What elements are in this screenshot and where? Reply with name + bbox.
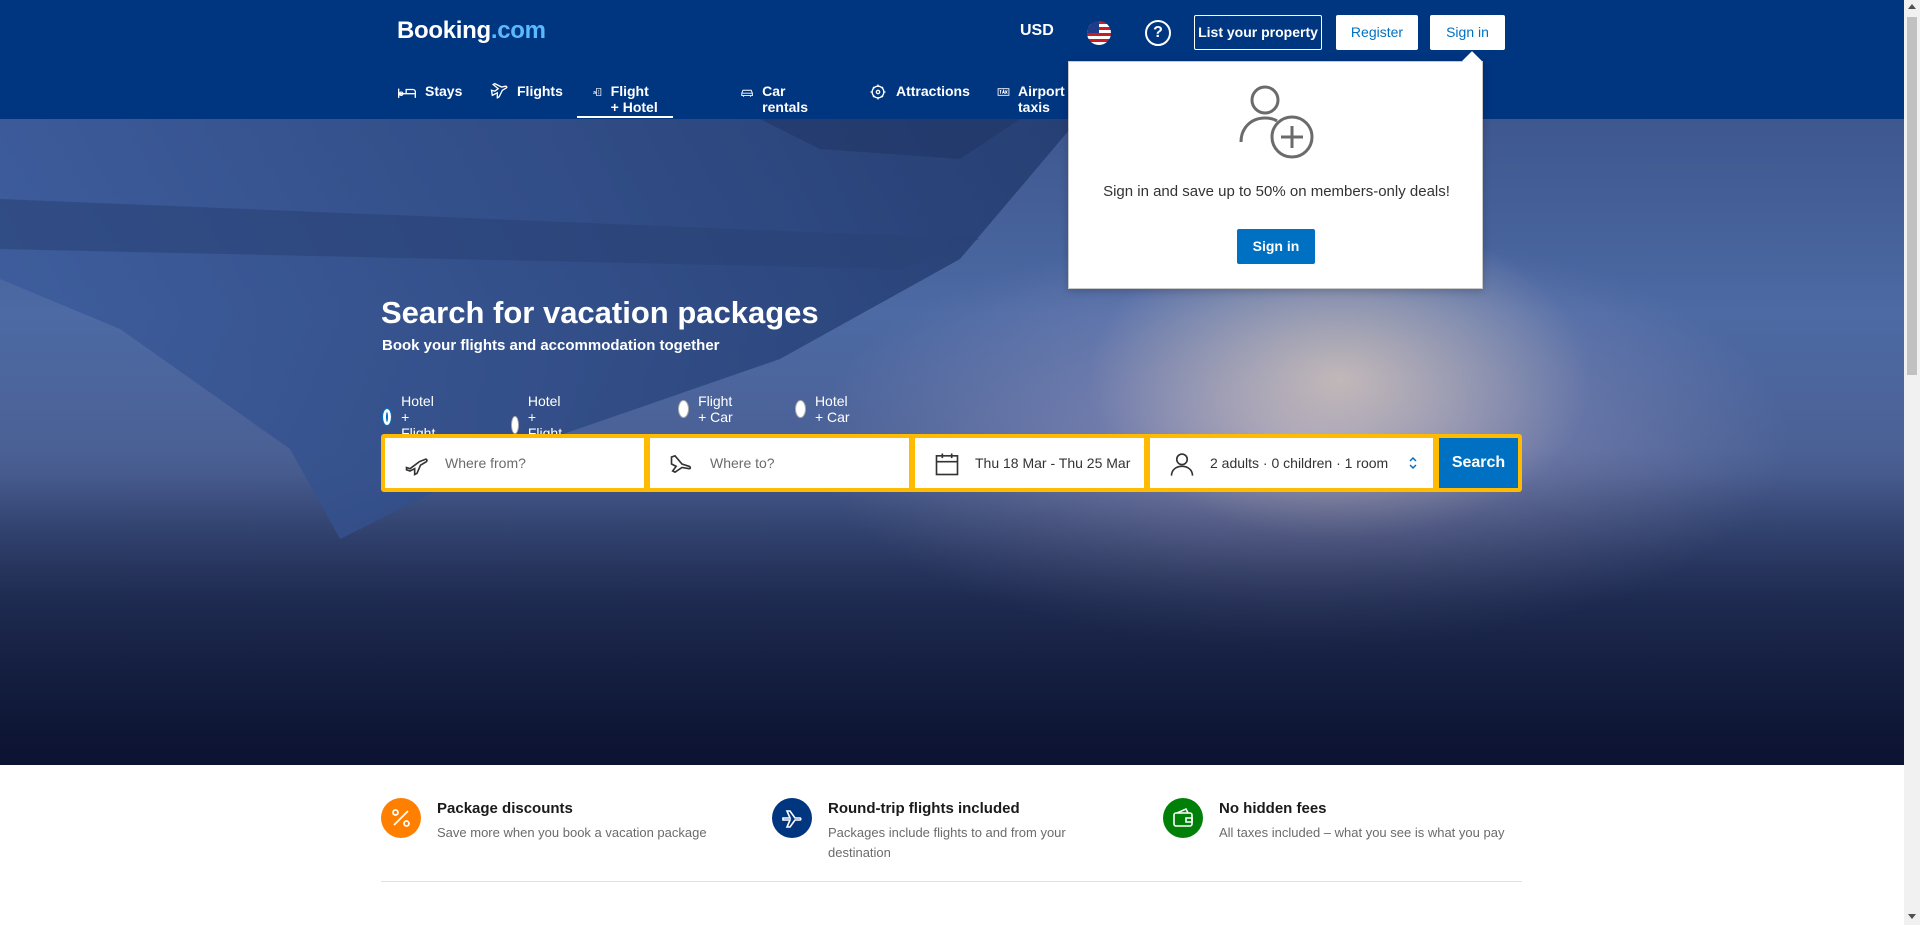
feature-title: No hidden fees bbox=[1219, 800, 1327, 817]
feature-package-discounts: Package discounts Save more when you boo… bbox=[381, 796, 741, 882]
scroll-thumb[interactable] bbox=[1907, 17, 1917, 375]
hero-subtitle: Book your flights and accommodation toge… bbox=[382, 337, 720, 354]
list-property-button[interactable]: List your property bbox=[1194, 15, 1322, 50]
nav-item-airport-taxis[interactable]: Airport taxis bbox=[997, 70, 1072, 118]
hero-banner: Search for vacation packages Book your f… bbox=[0, 119, 1904, 765]
nav-label: Flight + Hotel bbox=[610, 83, 658, 115]
chevron-updown-icon bbox=[1409, 456, 1417, 470]
register-button[interactable]: Register bbox=[1336, 15, 1418, 50]
radio-checked-icon bbox=[382, 408, 393, 426]
calendar-icon bbox=[935, 453, 959, 476]
search-bar: Where from? Where to? Thu 18 Mar - Thu 2… bbox=[381, 434, 1522, 492]
radio-unchecked-icon bbox=[795, 400, 806, 418]
plane-icon bbox=[772, 798, 812, 838]
nav-item-attractions[interactable]: Attractions bbox=[868, 70, 970, 118]
booking-logo[interactable]: Booking.com bbox=[397, 17, 546, 45]
feature-description: All taxes included – what you see is wha… bbox=[1219, 825, 1505, 840]
occupancy-field[interactable]: 2 adults · 0 children · 1 room bbox=[1150, 438, 1433, 488]
section-divider bbox=[381, 881, 1522, 882]
site-header: Booking.com USD ? List your property Reg… bbox=[0, 0, 1904, 119]
bed-icon bbox=[398, 88, 416, 98]
radio-unchecked-icon bbox=[511, 416, 519, 434]
plane-icon bbox=[490, 82, 508, 99]
help-icon[interactable]: ? bbox=[1145, 20, 1171, 46]
scroll-down-icon[interactable] bbox=[1908, 914, 1916, 919]
feature-round-trip-flights: Round-trip flights included Packages inc… bbox=[772, 796, 1132, 882]
takeoff-icon bbox=[405, 458, 428, 476]
date-range-field[interactable]: Thu 18 Mar - Thu 25 Mar bbox=[915, 438, 1144, 488]
currency-selector[interactable]: USD bbox=[1020, 22, 1054, 42]
wallet-icon bbox=[1163, 798, 1203, 838]
nav-item-flights[interactable]: Flights bbox=[489, 70, 563, 118]
destination-field[interactable]: Where to? bbox=[650, 438, 909, 488]
taxi-icon bbox=[997, 88, 1010, 96]
radio-unchecked-icon bbox=[678, 400, 690, 418]
nav-label: Airport taxis bbox=[1018, 83, 1065, 115]
hero-title: Search for vacation packages bbox=[381, 295, 819, 330]
origin-field[interactable]: Where from? bbox=[385, 438, 644, 488]
sign-in-button[interactable]: Sign in bbox=[1430, 15, 1505, 50]
search-button[interactable]: Search bbox=[1439, 438, 1518, 488]
scroll-up-icon[interactable] bbox=[1908, 4, 1916, 9]
feature-description: Packages include flights to and from you… bbox=[828, 825, 1066, 860]
feature-no-hidden-fees: No hidden fees All taxes included – what… bbox=[1163, 796, 1523, 882]
logo-main-text: Booking bbox=[397, 17, 491, 44]
date-range-value: Thu 18 Mar - Thu 25 Mar bbox=[975, 455, 1131, 471]
origin-placeholder: Where from? bbox=[445, 455, 526, 471]
feature-title: Package discounts bbox=[437, 800, 573, 817]
nav-label: Car rentals bbox=[762, 83, 809, 115]
feature-description: Save more when you book a vacation packa… bbox=[437, 825, 707, 840]
us-flag-icon[interactable] bbox=[1087, 21, 1111, 45]
destination-placeholder: Where to? bbox=[710, 455, 775, 471]
radio-flight-car[interactable]: Flight + Car bbox=[678, 393, 739, 425]
flight-hotel-icon bbox=[593, 88, 602, 96]
nav-label: Attractions bbox=[896, 83, 970, 99]
radio-label: Hotel + Car bbox=[814, 393, 850, 425]
feature-title: Round-trip flights included bbox=[828, 800, 1020, 817]
car-icon bbox=[741, 89, 753, 97]
attractions-icon bbox=[870, 84, 886, 100]
radio-label: Flight + Car bbox=[698, 393, 733, 425]
landing-icon bbox=[670, 454, 692, 474]
logo-suffix-text: .com bbox=[490, 17, 546, 44]
popover-message: Sign in and save up to 50% on members-on… bbox=[1103, 183, 1450, 200]
add-user-icon bbox=[1239, 85, 1314, 159]
sign-in-popover: Sign in and save up to 50% on members-on… bbox=[1068, 61, 1483, 289]
person-icon bbox=[1170, 453, 1194, 476]
occupancy-value: 2 adults · 0 children · 1 room bbox=[1210, 455, 1389, 471]
page-scrollbar[interactable] bbox=[1904, 0, 1920, 925]
popover-sign-in-button[interactable]: Sign in bbox=[1237, 229, 1315, 264]
nav-item-car-rentals[interactable]: Car rentals bbox=[740, 70, 814, 118]
radio-hotel-car[interactable]: Hotel + Car bbox=[795, 393, 855, 425]
percent-icon bbox=[381, 798, 421, 838]
nav-item-stays[interactable]: Stays bbox=[397, 70, 462, 118]
nav-label: Stays bbox=[425, 83, 463, 99]
nav-item-flight-hotel[interactable]: Flight + Hotel bbox=[576, 70, 674, 118]
features-row: Package discounts Save more when you boo… bbox=[381, 796, 1522, 882]
nav-label: Flights bbox=[517, 83, 563, 99]
